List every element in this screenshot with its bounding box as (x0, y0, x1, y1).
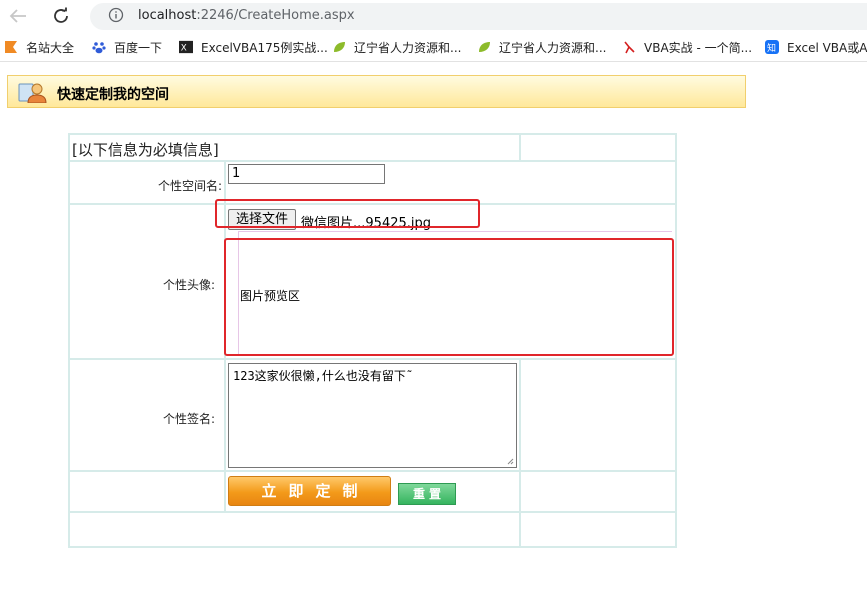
reload-icon (54, 7, 68, 23)
table-divider (68, 511, 677, 513)
submit-button[interactable]: 立即定制 (228, 476, 391, 506)
url-host: localhost (138, 8, 197, 23)
bookmark-item[interactable]: 名站大全 (4, 39, 74, 55)
excel-icon: X (179, 40, 193, 54)
bookmark-flag-icon (4, 40, 18, 54)
table-divider (68, 470, 677, 472)
table-divider (68, 160, 677, 162)
vba-red-icon (622, 40, 636, 54)
page-title: 快速定制我的空间 (57, 87, 169, 103)
url-text[interactable]: localhost:2246/CreateHome.aspx (138, 8, 355, 23)
svg-text:X: X (181, 44, 187, 54)
bookmarks-bar: 名站大全 百度一下 X ExcelVBA175例实战... 辽宁省人力资源和..… (0, 33, 867, 62)
leaf-icon (477, 40, 491, 54)
bookmark-item[interactable]: X ExcelVBA175例实战... (179, 39, 328, 55)
resize-grip-icon[interactable] (507, 458, 514, 465)
avatar-label: 个性头像: (162, 278, 215, 292)
zhihu-icon: 知 (765, 40, 779, 54)
back-button[interactable] (5, 4, 31, 28)
bookmark-item[interactable]: VBA实战 - 一个简... (622, 39, 752, 55)
space-name-input[interactable]: 1 (228, 164, 385, 184)
table-divider (519, 133, 521, 162)
required-info-note: [以下信息为必填信息] (72, 141, 219, 159)
page-header: 快速定制我的空间 (7, 75, 746, 108)
signature-text: 123这家伙很懒,什么也没有留下˜ (233, 369, 414, 383)
space-name-label: 个性空间名: (157, 179, 222, 193)
svg-text:知: 知 (767, 42, 776, 54)
leaf-icon (332, 40, 346, 54)
baidu-paw-icon (92, 40, 106, 54)
bookmark-item[interactable]: 辽宁省人力资源和... (332, 39, 461, 55)
url-path: :2246/CreateHome.aspx (196, 8, 355, 23)
signature-textarea[interactable]: 123这家伙很懒,什么也没有留下˜ (228, 363, 517, 468)
info-icon[interactable] (108, 7, 124, 23)
highlight-box-file (215, 199, 480, 228)
signature-label: 个性签名: (162, 412, 215, 426)
table-divider (68, 358, 677, 360)
browser-toolbar: localhost:2246/CreateHome.aspx (0, 0, 867, 33)
bookmark-item[interactable]: 知 Excel VBA或Ac (765, 39, 867, 55)
arrow-left-icon (9, 9, 26, 23)
bookmark-item[interactable]: 辽宁省人力资源和... (477, 39, 606, 55)
reset-button[interactable]: 重置 (398, 483, 456, 505)
user-avatar-icon (18, 83, 47, 103)
table-divider (519, 358, 521, 548)
bookmark-item[interactable]: 百度一下 (92, 39, 162, 55)
reload-button[interactable] (48, 4, 74, 28)
highlight-box-preview (224, 238, 674, 356)
